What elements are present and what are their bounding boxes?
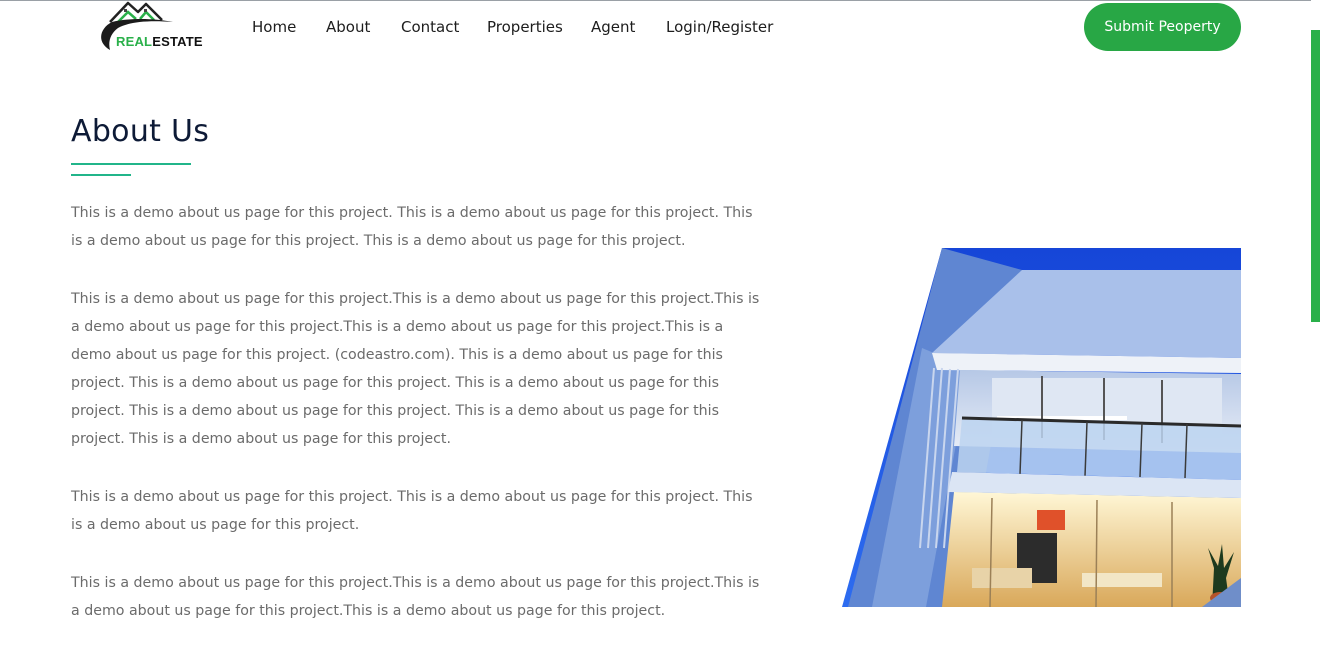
title-underline-short [71,174,131,176]
about-paragraph: This is a demo about us page for this pr… [71,291,760,447]
submit-property-button[interactable]: Submit Peoperty [1084,3,1241,51]
nav-contact[interactable]: Contact [401,18,459,36]
nav-home[interactable]: Home [252,18,296,36]
logo-text-estate: ESTATE [152,34,203,49]
page-title: About Us [71,114,210,149]
scrollbar-track[interactable] [1311,0,1320,607]
nav-agent[interactable]: Agent [591,18,635,36]
nav-login-register[interactable]: Login/Register [666,18,773,36]
about-paragraph: This is a demo about us page for this pr… [71,489,753,533]
nav-properties[interactable]: Properties [487,18,563,36]
title-underline [71,163,191,165]
window-top-border [0,0,1320,1]
about-content: This is a demo about us page for this pr… [71,199,761,655]
nav-about[interactable]: About [326,18,370,36]
about-paragraph: This is a demo about us page for this pr… [71,205,753,249]
modern-house-image [842,248,1241,607]
about-paragraph: This is a demo about us page for this pr… [71,575,760,619]
site-logo[interactable]: REALESTATE [98,0,203,56]
scrollbar-thumb[interactable] [1311,30,1320,322]
logo-text-real: REAL [116,34,153,49]
logo-wordmark: REALESTATE [116,34,203,49]
